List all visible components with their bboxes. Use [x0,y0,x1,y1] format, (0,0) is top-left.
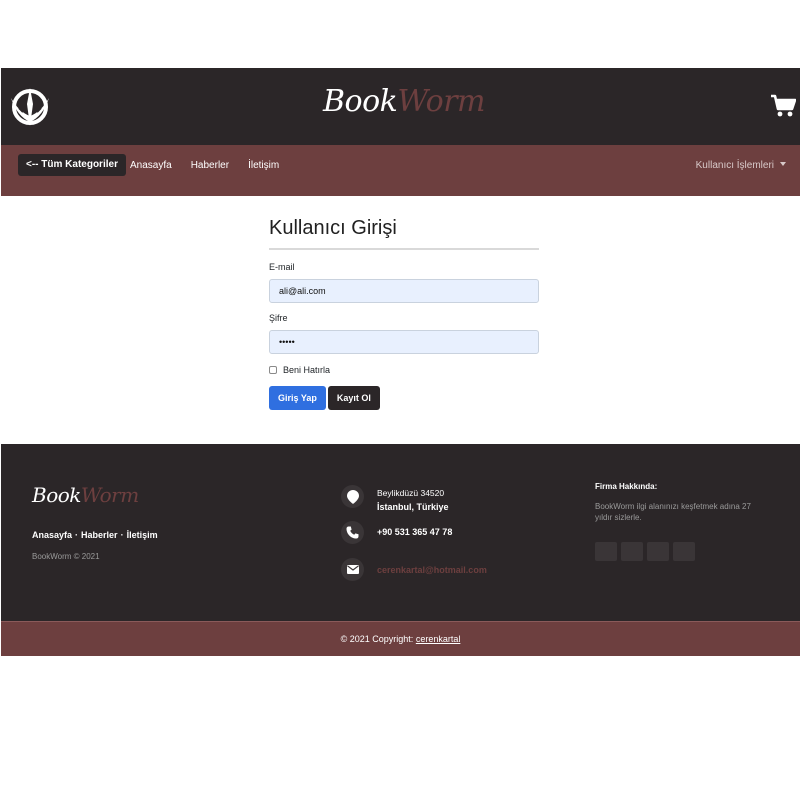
brand-logo[interactable]: BookWorm [323,84,486,119]
copyright-prefix: © 2021 Copyright: [340,634,414,644]
remember-checkbox[interactable] [269,366,277,374]
footer-separator: · [75,530,79,540]
top-header: BookWorm [1,68,800,145]
copyright-link[interactable]: cerenkartal [416,634,461,644]
address-line2: İstanbul, Türkiye [377,502,449,512]
phone-icon [341,521,364,544]
nav-link-home[interactable]: Anasayfa [130,160,172,171]
remember-me: Beni Hatırla [269,365,539,375]
user-menu-label: Kullanıcı İşlemleri [695,160,774,171]
remember-label: Beni Hatırla [283,365,331,375]
nav-links: Anasayfa Haberler İletişim [130,160,298,171]
address-line1: Beylikdüzü 34520 [377,488,445,498]
social-icon[interactable] [647,542,669,561]
copyright-bar: © 2021 Copyright: cerenkartal [1,621,800,656]
all-categories-button[interactable]: <-- Tüm Kategoriler [18,154,126,176]
social-icon[interactable] [595,542,617,561]
brand-part2: Worm [397,84,486,119]
email-link[interactable]: cerenkartal@hotmail.com [377,565,487,575]
footer-link-home[interactable]: Anasayfa [32,530,72,540]
site: BookWorm <-- Tüm Kategoriler Anasayfa Ha… [1,68,800,656]
shopping-cart-icon[interactable] [770,94,796,118]
footer-link-news[interactable]: Haberler [81,530,118,540]
social-links [595,542,695,561]
about-section: Firma Hakkında: BookWorm ilgi alanınızı … [595,482,755,523]
about-text: BookWorm ilgi alanınızı keşfetmek adına … [595,502,751,522]
footer-links: Anasayfa · Haberler · İletişim [32,530,158,540]
nav-link-contact[interactable]: İletişim [248,160,279,171]
footer: BookWorm Anasayfa · Haberler · İletişim Book… [1,444,800,621]
footer-brand-part1: Book [32,483,81,507]
user-menu-dropdown[interactable]: Kullanıcı İşlemleri [696,160,786,171]
footer-brand-part2: Worm [80,483,139,507]
footer-separator: · [120,530,124,540]
jedi-order-icon[interactable] [9,86,51,128]
title-divider [269,248,539,250]
main-content: Kullanıcı Girişi E-mail Şifre Beni Hatır… [1,196,800,444]
email-label: E-mail [269,262,295,272]
footer-brand-logo[interactable]: BookWorm [32,483,139,507]
password-label: Şifre [269,313,288,323]
address-text: Beylikdüzü 34520 İstanbul, Türkiye [377,486,449,514]
login-form: Kullanıcı Girişi E-mail Şifre Beni Hatır… [269,217,539,410]
register-button[interactable]: Kayıt Ol [327,386,380,410]
login-button[interactable]: Giriş Yap [269,386,326,410]
map-marker-icon [341,485,364,508]
caret-down-icon [780,162,786,166]
page-title: Kullanıcı Girişi [269,217,397,239]
about-title: Firma Hakkında: [595,482,658,491]
footer-copyright: BookWorm © 2021 [32,552,100,561]
password-field[interactable] [269,330,539,354]
phone-text: +90 531 365 47 78 [377,527,453,537]
envelope-icon [341,558,364,581]
brand-part1: Book [323,84,398,119]
nav-link-news[interactable]: Haberler [191,160,229,171]
navbar: <-- Tüm Kategoriler Anasayfa Haberler İl… [1,145,800,196]
social-icon[interactable] [621,542,643,561]
social-icon[interactable] [673,542,695,561]
form-buttons: Giriş Yap Kayıt Ol [269,386,539,410]
email-field[interactable] [269,279,539,303]
footer-link-contact[interactable]: İletişim [127,530,158,540]
